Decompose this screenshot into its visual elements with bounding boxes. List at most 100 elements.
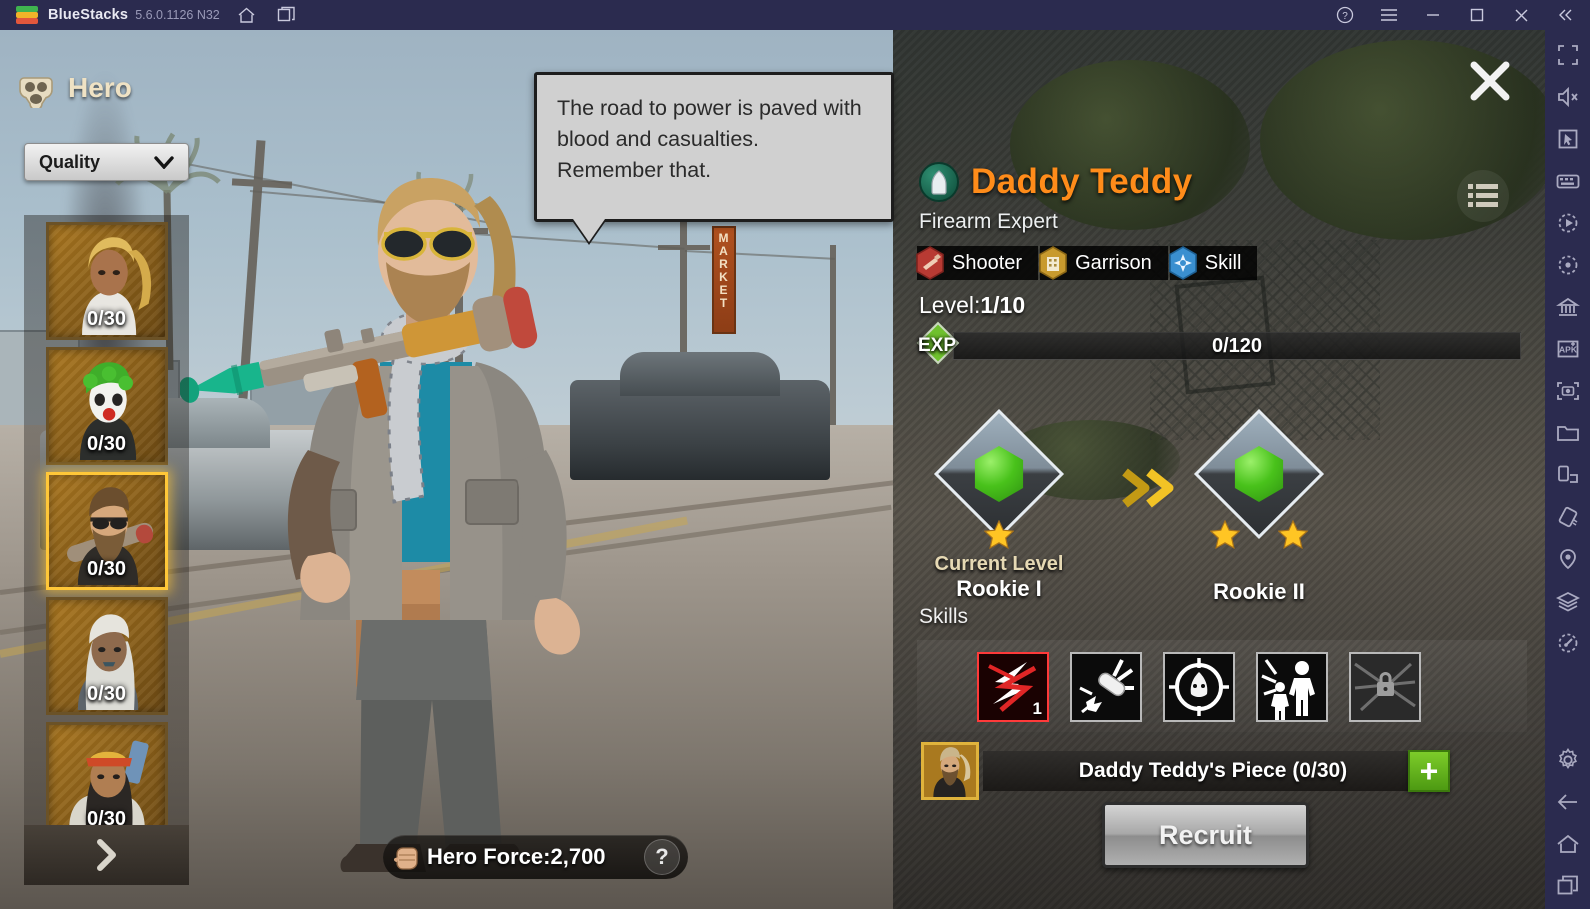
skill-slot-locked[interactable]: [1349, 652, 1421, 722]
eco-mode-icon[interactable]: [1551, 626, 1585, 660]
title-bar: BlueStacks 5.6.0.1126 N32 ?: [0, 0, 1590, 30]
hero-list-item[interactable]: 0/30: [45, 222, 168, 340]
hero-piece-row: Daddy Teddy's Piece (0/30) +: [921, 742, 1521, 800]
mute-icon[interactable]: [1551, 80, 1585, 114]
fist-icon: [393, 847, 418, 870]
screenshot-icon[interactable]: [1551, 374, 1585, 408]
hero-force-help-button[interactable]: ?: [644, 839, 680, 875]
skill-target-icon: [1165, 654, 1233, 720]
current-rank-name: Rookie I: [956, 576, 1042, 601]
skill-rally-icon: [1258, 654, 1326, 720]
add-piece-button[interactable]: +: [1408, 750, 1450, 792]
multi-instance-manager-icon[interactable]: [1551, 290, 1585, 324]
hero-subtitle: Firearm Expert: [919, 210, 1058, 233]
hero-piece-icon[interactable]: [921, 742, 979, 800]
chevron-right-icon: [96, 839, 116, 871]
hero-page-title: Hero: [16, 68, 132, 108]
skills-row: 1: [977, 652, 1421, 722]
multi-instance-icon[interactable]: [274, 4, 300, 26]
close-icon[interactable]: [1508, 4, 1534, 26]
home-icon[interactable]: [1551, 827, 1585, 861]
hero-list[interactable]: 0/30 0/30 0/30 0/30 0/30: [24, 215, 189, 825]
close-panel-button[interactable]: [1467, 58, 1513, 104]
current-rank-caption: Current Level: [934, 553, 1064, 575]
maximize-icon[interactable]: [1464, 4, 1490, 26]
background-car-roof: [620, 352, 780, 396]
hero-quote-text: The road to power is paved with blood an…: [557, 96, 862, 182]
hero-tag-skill: Skill: [1168, 246, 1258, 280]
hero-exp-bar: 0/120: [953, 332, 1521, 360]
recruit-button-label: Recruit: [1158, 819, 1253, 850]
sync-icon[interactable]: [1551, 248, 1585, 282]
hero-exp-row: 0/120 EXP: [916, 321, 1521, 365]
background-market-sign: MARKET: [712, 226, 736, 334]
hero-piece-progress: Daddy Teddy's Piece (0/30): [983, 751, 1443, 791]
hero-tag-garrison: Garrison: [1039, 246, 1168, 280]
hero-name-row: Daddy Teddy: [919, 162, 1193, 202]
current-rank-stars: [939, 520, 1059, 549]
hero-piece-count: 0/30: [87, 558, 126, 580]
menu-icon[interactable]: [1376, 4, 1402, 26]
hero-piece-label: Daddy Teddy's Piece (0/30): [1078, 759, 1348, 782]
back-icon[interactable]: [1551, 785, 1585, 819]
hero-list-item[interactable]: 0/30: [45, 597, 168, 715]
star-burst-icon: [1168, 246, 1197, 280]
svg-text:?: ?: [1342, 11, 1348, 22]
next-rank-block: Rookie II: [1179, 408, 1339, 605]
home-icon[interactable]: [234, 4, 260, 26]
hero-force-label: Hero Force:2,700: [427, 844, 606, 869]
hero-list-item[interactable]: 0/30: [45, 347, 168, 465]
fullscreen-icon[interactable]: [1551, 38, 1585, 72]
skill-locked-icon: [1351, 654, 1419, 720]
skill-bullet-icon: [1072, 654, 1140, 720]
next-rank-name: Rookie II: [1213, 579, 1305, 604]
next-rank-stars: [1199, 520, 1319, 549]
hero-name: Daddy Teddy: [971, 162, 1193, 201]
tilt-icon[interactable]: [1551, 500, 1585, 534]
help-icon[interactable]: ?: [1332, 4, 1358, 26]
layers-icon[interactable]: [1551, 584, 1585, 618]
chevron-down-icon: [154, 155, 174, 169]
hero-tag-shooter: Shooter: [916, 246, 1039, 280]
macro-icon[interactable]: [1551, 206, 1585, 240]
rifle-icon: [916, 246, 944, 280]
settings-icon[interactable]: [1551, 743, 1585, 777]
star-icon: [1210, 520, 1240, 549]
hero-list-item-selected[interactable]: 0/30: [45, 472, 168, 590]
hero-page-title-label: Hero: [68, 72, 132, 103]
skill-slot-bullet[interactable]: [1070, 652, 1142, 722]
skill-slot-rally[interactable]: [1256, 652, 1328, 722]
current-rank-emblem: [933, 408, 1065, 549]
hero-list-next-button[interactable]: [24, 825, 189, 885]
location-icon[interactable]: [1551, 542, 1585, 576]
skill-slot-target[interactable]: [1163, 652, 1235, 722]
hero-piece-count: 0/30: [87, 808, 126, 825]
install-apk-icon[interactable]: APK: [1551, 332, 1585, 366]
game-viewport: MARKET Hero Quality 0/30 0/30 0/30 0/30 …: [0, 30, 1545, 909]
cursor-icon[interactable]: [1551, 122, 1585, 156]
hero-list-item[interactable]: 0/30: [45, 722, 168, 825]
skill-slot-charge[interactable]: 1: [977, 652, 1049, 722]
bluestacks-logo-icon: [16, 6, 38, 24]
media-folder-icon[interactable]: [1551, 416, 1585, 450]
minimize-icon[interactable]: [1420, 4, 1446, 26]
hero-detail-panel: Daddy Teddy Firearm Expert Shooter Garri…: [893, 30, 1545, 909]
recent-apps-icon[interactable]: [1551, 869, 1585, 903]
quality-filter-dropdown[interactable]: Quality: [24, 143, 189, 181]
keyboard-controls-icon[interactable]: [1551, 164, 1585, 198]
bluestacks-sidebar: APK: [1545, 30, 1590, 909]
star-icon: [1278, 520, 1308, 549]
rotate-icon[interactable]: [1551, 458, 1585, 492]
hero-force-bar: Hero Force:2,700 ?: [383, 835, 688, 879]
hero-rank-upgrade: Current Level Rookie I Rookie II: [919, 408, 1419, 604]
next-rank-emblem: [1193, 408, 1325, 549]
collapse-sidebar-icon[interactable]: [1552, 4, 1578, 26]
bullet-icon: [919, 162, 959, 202]
recruit-button[interactable]: Recruit: [1102, 802, 1309, 868]
hero-piece-portrait: [924, 745, 976, 797]
close-icon: [1470, 61, 1510, 101]
sidebar-bottom-controls: [1551, 735, 1585, 909]
hero-list-toggle-button[interactable]: [1457, 170, 1509, 222]
hero-level: Level:1/10: [919, 292, 1026, 318]
hero-exp-badge: EXP: [909, 321, 965, 366]
